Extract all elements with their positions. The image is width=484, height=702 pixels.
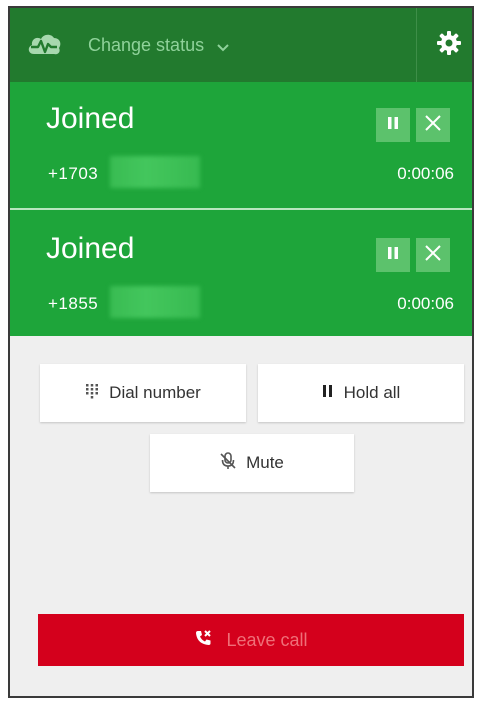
close-icon <box>424 244 442 267</box>
cloud-pulse-icon <box>24 29 64 61</box>
call-panel: Change status Joined +1703 0:00:06 Joine… <box>8 6 474 698</box>
hold-all-button[interactable]: Hold all <box>258 364 464 422</box>
call-state: Joined <box>46 232 135 265</box>
change-status-dropdown[interactable]: Change status <box>88 35 230 56</box>
call-phone-number: +1703 <box>48 164 99 183</box>
pause-icon <box>322 383 334 403</box>
mute-label: Mute <box>246 453 284 472</box>
dial-number-label: Dial number <box>109 383 201 402</box>
redacted-number-blur <box>110 156 200 188</box>
dialpad-icon <box>85 383 99 404</box>
redacted-number-blur <box>110 286 200 318</box>
leave-call-button[interactable]: Leave call <box>38 614 464 666</box>
pause-icon <box>386 116 400 135</box>
hangup-call-button[interactable] <box>416 238 450 272</box>
mute-button[interactable]: Mute <box>150 434 354 492</box>
dial-number-button[interactable]: Dial number <box>40 364 246 422</box>
call-state: Joined <box>46 102 135 135</box>
leave-call-label: Leave call <box>226 629 308 650</box>
header-divider <box>416 8 417 82</box>
call-timer: 0:00:06 <box>397 294 454 313</box>
call-phone-number: +1855 <box>48 294 99 313</box>
chevron-down-icon <box>216 38 230 52</box>
call-card: Joined +1855 0:00:06 <box>10 208 472 336</box>
hold-all-label: Hold all <box>343 383 401 402</box>
settings-button[interactable] <box>434 30 464 60</box>
change-status-label: Change status <box>88 34 205 55</box>
call-timer: 0:00:06 <box>397 164 454 183</box>
pause-call-button[interactable] <box>376 238 410 272</box>
phone-hangup-icon <box>194 629 212 652</box>
hangup-call-button[interactable] <box>416 108 450 142</box>
header-bar: Change status <box>10 8 472 82</box>
pause-call-button[interactable] <box>376 108 410 142</box>
microphone-off-icon <box>220 451 236 475</box>
gear-icon <box>436 30 462 61</box>
close-icon <box>424 114 442 137</box>
call-card: Joined +1703 0:00:06 <box>10 82 472 208</box>
pause-icon <box>386 246 400 265</box>
